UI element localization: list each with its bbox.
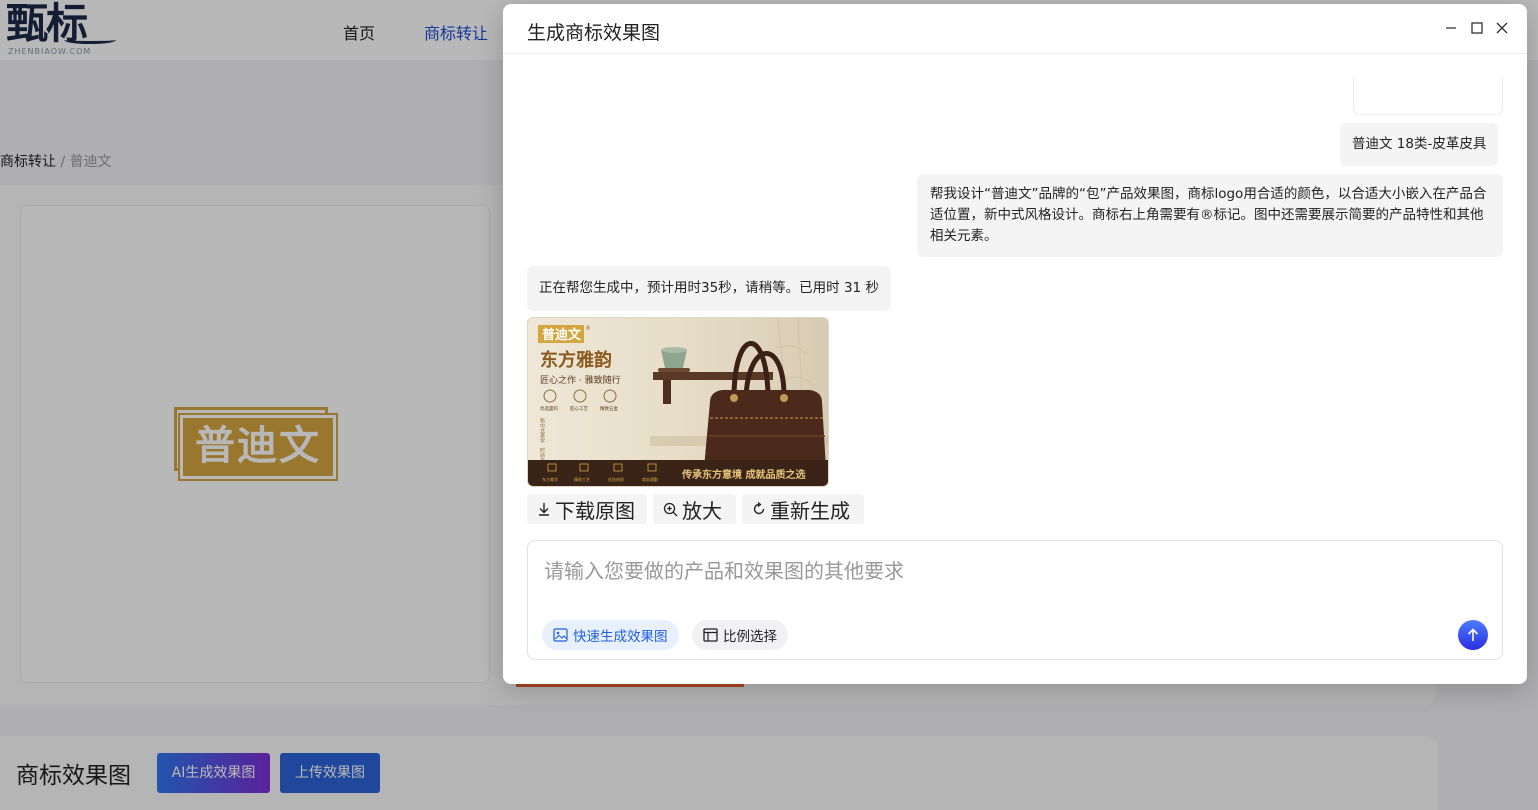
prompt-input-box[interactable]: 请输入您要做的产品和效果图的其他要求 快速生成效果图 比例选择 bbox=[527, 540, 1503, 660]
download-icon bbox=[539, 503, 549, 516]
minimize-icon bbox=[1446, 27, 1456, 29]
zoom-label: 放大 bbox=[682, 498, 722, 523]
close-icon bbox=[1496, 22, 1508, 34]
user-message-request: 帮我设计“普迪文”品牌的“包”产品效果图，商标logo用合适的颜色，以合适大小嵌… bbox=[917, 174, 1503, 257]
poster-bottom-icon-4: 商务通勤 bbox=[642, 476, 658, 482]
product-poster-graphic: 普迪文 ® 东方雅韵 匠心之作 · 雅致随行 优选面料 匠心工艺 精致五金 新中… bbox=[528, 318, 828, 486]
generate-effect-modal: 生成商标效果图 普迪文 18类-皮革皮具 帮我设计“普迪文”品牌的“包”产品效果… bbox=[503, 4, 1527, 684]
poster-feature-2: 匠心工艺 bbox=[570, 405, 588, 412]
user-message-trademark-class: 普迪文 18类-皮革皮具 bbox=[1340, 123, 1499, 166]
prompt-input[interactable]: 请输入您要做的产品和效果图的其他要求 bbox=[544, 555, 904, 584]
download-original-button[interactable]: 下载原图 bbox=[527, 494, 647, 524]
quick-generate-chip[interactable]: 快速生成效果图 bbox=[542, 620, 679, 650]
svg-text:®: ® bbox=[585, 325, 591, 332]
minimize-button[interactable] bbox=[1441, 18, 1461, 38]
poster-bottom-icon-2: 精致工艺 bbox=[574, 476, 590, 482]
zoom-button[interactable]: 放大 bbox=[653, 494, 736, 524]
modal-header: 生成商标效果图 bbox=[503, 4, 1527, 54]
regenerate-label: 重新生成 bbox=[770, 498, 850, 523]
image-icon bbox=[553, 628, 568, 642]
zoom-in-icon bbox=[663, 502, 678, 516]
generated-product-image[interactable]: 普迪文 ® 东方雅韵 匠心之作 · 雅致随行 优选面料 匠心工艺 精致五金 新中… bbox=[527, 317, 829, 487]
close-button[interactable] bbox=[1492, 18, 1512, 38]
poster-feature-3: 精致五金 bbox=[600, 405, 618, 412]
assistant-status-message: 正在帮您生成中，预计用时35秒，请稍等。已用时 31 秒 bbox=[527, 266, 891, 311]
arrow-up-icon bbox=[1467, 628, 1479, 641]
ratio-select-chip[interactable]: 比例选择 bbox=[692, 620, 788, 650]
poster-slogan: 传承东方意境 成就品质之选 bbox=[681, 468, 805, 481]
download-label: 下载原图 bbox=[555, 498, 635, 523]
regenerate-button[interactable]: 重新生成 bbox=[742, 494, 864, 524]
poster-brand-tag: 普迪文 bbox=[542, 327, 582, 343]
modal-title: 生成商标效果图 bbox=[527, 22, 661, 44]
chat-messages[interactable]: 普迪文 18类-皮革皮具 帮我设计“普迪文”品牌的“包”产品效果图，商标logo… bbox=[503, 54, 1527, 532]
maximize-button[interactable] bbox=[1467, 18, 1487, 38]
quick-generate-label: 快速生成效果图 bbox=[573, 629, 668, 645]
poster-bottom-icon-3: 优选材质 bbox=[608, 476, 624, 482]
refresh-icon bbox=[753, 502, 765, 515]
send-button[interactable] bbox=[1458, 620, 1488, 650]
poster-feature-1: 优选面料 bbox=[540, 405, 558, 412]
poster-headline: 东方雅韵 bbox=[540, 349, 612, 371]
previous-message-card bbox=[1353, 76, 1503, 115]
poster-bottom-icon-1: 东方美学 bbox=[542, 476, 558, 482]
aspect-ratio-icon bbox=[703, 628, 718, 642]
ratio-select-label: 比例选择 bbox=[723, 629, 777, 645]
maximize-icon bbox=[1471, 22, 1483, 34]
poster-subline: 匠心之作 · 雅致随行 bbox=[540, 374, 621, 386]
